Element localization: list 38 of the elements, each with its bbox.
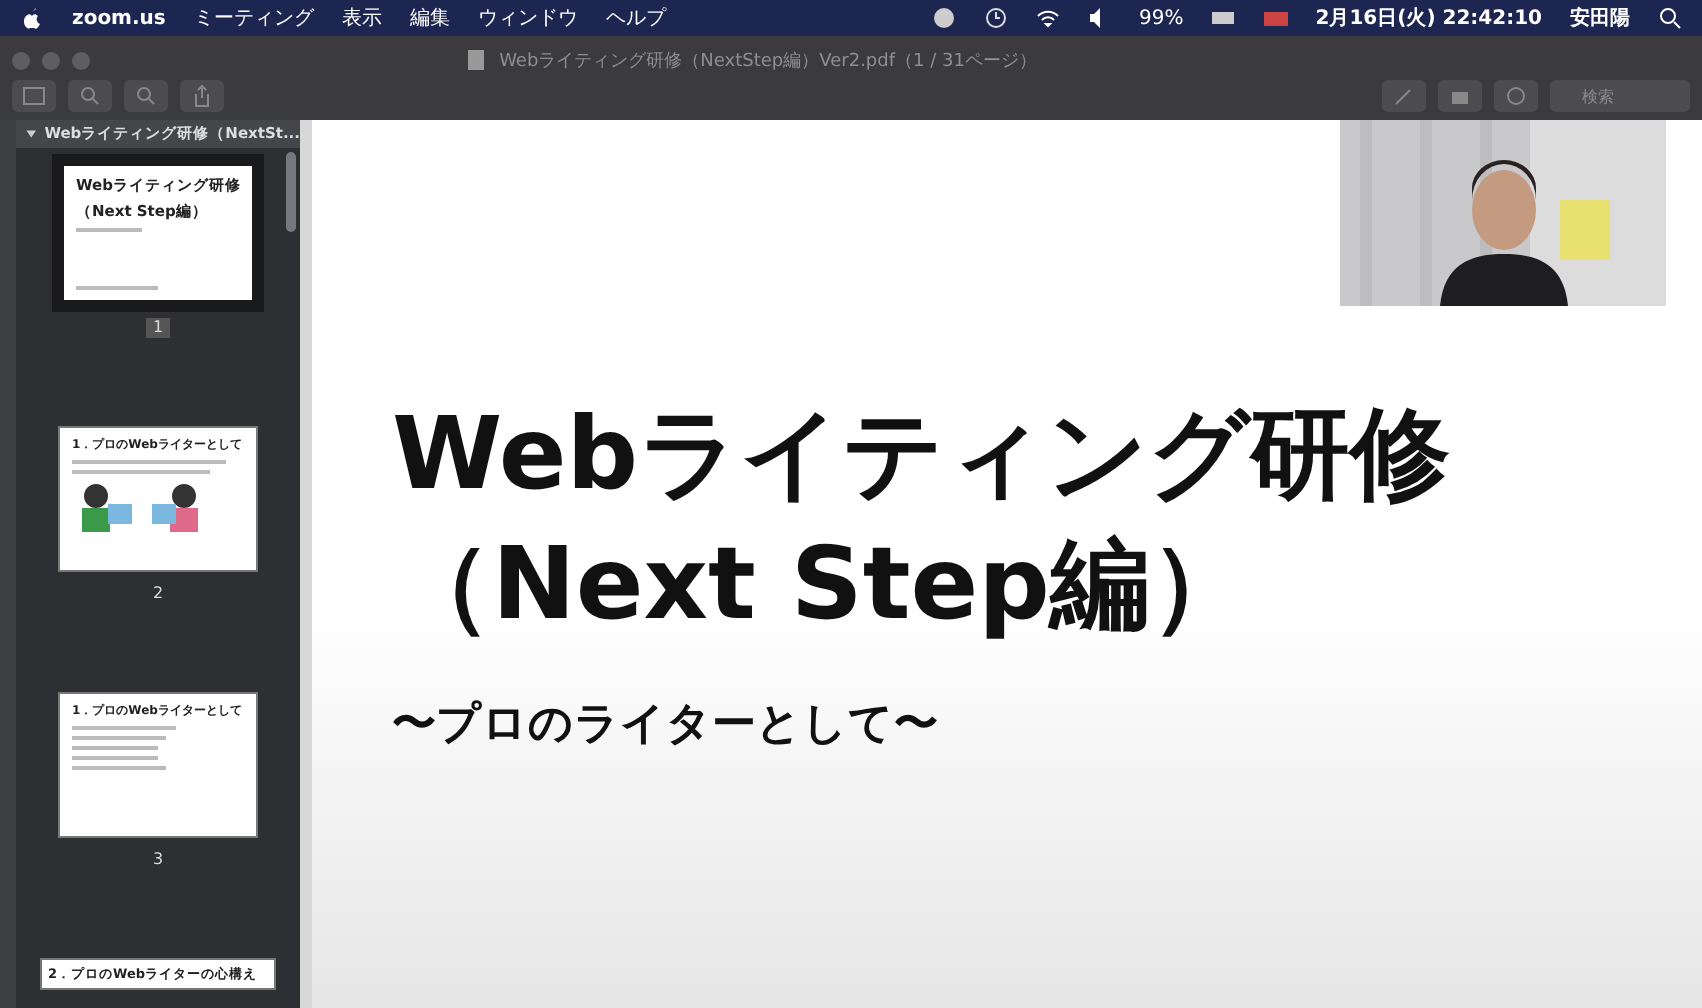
page-number: 3 (150, 850, 166, 870)
zoom-out-button[interactable] (68, 80, 112, 112)
sidebar-toggle-button[interactable] (12, 80, 56, 112)
markup-button[interactable] (1382, 80, 1426, 112)
annotate-button[interactable] (1494, 80, 1538, 112)
wifi-icon (1035, 6, 1060, 30)
scrollbar[interactable] (286, 152, 296, 232)
menu-clock: 2月16日(火) 22:42:10 (1315, 5, 1542, 32)
menu-item[interactable]: ヘルプ (605, 4, 666, 32)
share-button[interactable] (180, 80, 224, 112)
zoom-out-icon (78, 84, 102, 108)
clock-icon (983, 6, 1008, 30)
slide-subtitle: 〜プロのライターとして〜 (392, 698, 940, 754)
zoom-in-button[interactable] (124, 80, 168, 112)
slide-title: Webライティング研修 (392, 394, 1453, 516)
menu-item[interactable]: 表示 (341, 4, 382, 32)
search-field[interactable]: 検索 (1550, 80, 1690, 112)
page-number: 2 (150, 584, 166, 604)
zoom-in-icon (134, 84, 158, 108)
page-number: 1 (146, 318, 170, 338)
minimize-button[interactable] (42, 51, 60, 69)
battery-percentage: 99% (1139, 7, 1184, 29)
menu-item[interactable]: ミーティング (193, 4, 314, 32)
share-icon (190, 84, 214, 108)
document-icon (463, 48, 488, 72)
zoom-button[interactable] (72, 51, 90, 69)
slide-title: （Next Step編） (392, 524, 1252, 646)
sidebar-icon (22, 84, 46, 108)
menu-item[interactable]: ウィンドウ (477, 4, 578, 32)
pen-icon (1392, 84, 1416, 108)
app-menu[interactable]: zoom.us (72, 7, 166, 29)
user-name[interactable]: 安田陽 (1570, 4, 1630, 32)
menu-item[interactable]: 編集 (409, 4, 450, 32)
search-icon (1658, 6, 1682, 30)
close-button[interactable] (12, 51, 30, 69)
window-title: Webライティング研修（NextStep編）Ver2.pdf（1 / 31ページ） (499, 49, 1037, 73)
circle-icon (1504, 84, 1528, 108)
briefcase-button[interactable] (1438, 80, 1482, 112)
